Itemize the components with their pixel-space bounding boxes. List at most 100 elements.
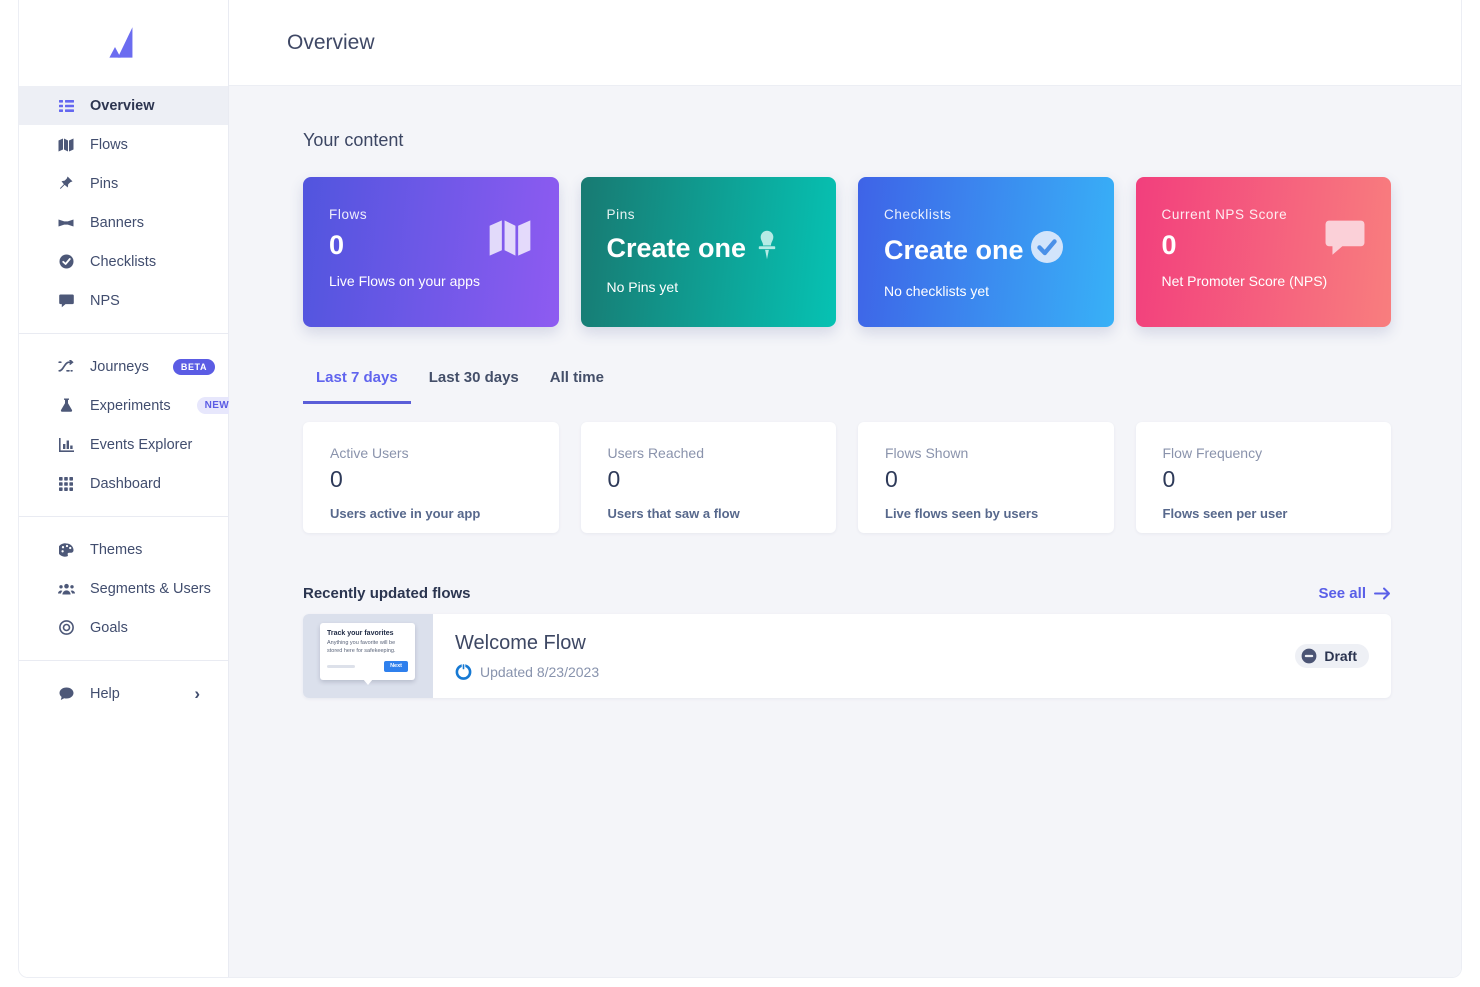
promo-card-subtitle: No checklists yet <box>884 283 990 299</box>
sidebar-divider <box>19 516 228 517</box>
check-circle-icon <box>1030 230 1064 271</box>
chevron-right-icon: › <box>194 684 200 703</box>
stat-label: Flows Shown <box>885 445 969 461</box>
thumbnail-skeleton-text <box>327 664 355 668</box>
stat-label: Active Users <box>330 445 409 461</box>
map-icon <box>57 137 75 153</box>
thumbnail-tooltip-footer: Next <box>327 660 408 672</box>
stat-card-flow-frequency: Flow Frequency 0 Flows seen per user <box>1135 422 1391 533</box>
map-icon <box>487 219 533 262</box>
thumbnail-next-button: Next <box>384 660 408 672</box>
tab-last-7-days[interactable]: Last 7 days <box>303 369 411 404</box>
sidebar: Overview Flows Pins Banners Checklists N… <box>19 0 238 977</box>
stat-value: 0 <box>607 466 621 492</box>
chat-square-icon <box>1325 219 1365 262</box>
app-window: Overview Flows Pins Banners Checklists N… <box>18 0 1462 978</box>
flow-thumbnail: Track your favorites Anything you favori… <box>303 614 433 698</box>
sidebar-nav-analytics: Journeys BETA Experiments NEW Events Exp… <box>19 347 238 503</box>
beta-badge: BETA <box>172 358 216 375</box>
draft-icon <box>1301 648 1317 664</box>
sidebar-item-label: Journeys <box>90 358 149 375</box>
flow-list-item[interactable]: Track your favorites Anything you favori… <box>303 614 1391 698</box>
flow-updated-row: Updated 8/23/2023 <box>455 663 1295 680</box>
route-icon <box>57 359 75 375</box>
promo-card-pins[interactable]: Pins Create one No Pins yet <box>580 177 836 327</box>
sidebar-item-dashboard[interactable]: Dashboard <box>19 464 228 503</box>
stat-subtitle: Flows seen per user <box>1162 506 1288 521</box>
flow-thumbnail-tooltip: Track your favorites Anything you favori… <box>320 623 415 680</box>
main-header: Overview <box>229 0 1461 86</box>
sidebar-divider <box>19 333 228 334</box>
page: Overview Flows Pins Banners Checklists N… <box>0 0 1480 987</box>
time-range-tabs: Last 7 days Last 30 days All time <box>303 369 1391 404</box>
palette-icon <box>57 542 75 558</box>
sidebar-item-label: Overview <box>90 97 155 114</box>
sidebar-item-label: NPS <box>90 292 120 309</box>
sidebar-item-label: Help <box>90 685 120 702</box>
chat-square-icon <box>57 293 75 309</box>
sidebar-item-label: Banners <box>90 214 145 231</box>
sidebar-item-segments-users[interactable]: Segments & Users <box>19 569 228 608</box>
see-all-link[interactable]: See all <box>1318 585 1391 602</box>
tab-last-30-days[interactable]: Last 30 days <box>416 369 532 404</box>
sidebar-item-checklists[interactable]: Checklists <box>19 242 228 281</box>
sidebar-item-overview[interactable]: Overview <box>19 86 228 125</box>
updated-status-icon <box>455 663 472 680</box>
chat-bubble-icon <box>57 686 75 702</box>
sidebar-item-events-explorer[interactable]: Events Explorer <box>19 425 228 464</box>
sidebar-item-experiments[interactable]: Experiments NEW <box>19 386 238 425</box>
grid-icon <box>57 476 75 492</box>
check-circle-icon <box>57 254 75 270</box>
sidebar-item-label: Dashboard <box>90 475 161 492</box>
target-icon <box>57 620 75 636</box>
sidebar-divider <box>19 660 228 661</box>
sidebar-item-label: Experiments <box>90 397 171 414</box>
appcues-logo-icon[interactable] <box>106 26 142 60</box>
promo-card-label: Pins <box>606 207 636 222</box>
stat-label: Users Reached <box>607 445 705 461</box>
sidebar-item-label: Checklists <box>90 253 157 270</box>
promo-card-nps[interactable]: Current NPS Score 0 Net Promoter Score (… <box>1135 177 1391 327</box>
sidebar-item-nps[interactable]: NPS <box>19 281 228 320</box>
users-icon <box>57 581 75 597</box>
flow-name: Welcome Flow <box>455 632 586 654</box>
sidebar-item-journeys[interactable]: Journeys BETA <box>19 347 228 386</box>
promo-card-subtitle: Live Flows on your apps <box>329 273 480 289</box>
section-title: Your content <box>303 130 404 150</box>
sidebar-item-label: Flows <box>90 136 128 153</box>
sidebar-item-themes[interactable]: Themes <box>19 530 228 569</box>
stat-card-row: Active Users 0 Users active in your app … <box>303 422 1391 533</box>
sidebar-item-banners[interactable]: Banners <box>19 203 228 242</box>
promo-card-row: Flows 0 Live Flows on your apps Pins Cre… <box>303 177 1391 327</box>
pushpin-icon <box>754 230 780 267</box>
stat-subtitle: Users that saw a flow <box>607 506 740 521</box>
sidebar-item-label: Goals <box>90 619 128 636</box>
stat-card-active-users: Active Users 0 Users active in your app <box>303 422 559 533</box>
sidebar-nav-config: Themes Segments & Users Goals <box>19 530 228 647</box>
sidebar-item-pins[interactable]: Pins <box>19 164 228 203</box>
promo-card-checklists[interactable]: Checklists Create one No checklists yet <box>858 177 1114 327</box>
stat-subtitle: Live flows seen by users <box>885 506 1039 521</box>
sidebar-item-label: Pins <box>90 175 119 192</box>
page-title: Overview <box>287 30 375 54</box>
promo-card-flows[interactable]: Flows 0 Live Flows on your apps <box>303 177 559 327</box>
promo-card-subtitle: No Pins yet <box>606 279 679 295</box>
thumbnail-tooltip-title: Track your favorites <box>327 630 394 637</box>
arrow-right-icon <box>1374 587 1390 600</box>
stat-value: 0 <box>330 466 343 492</box>
sidebar-item-goals[interactable]: Goals <box>19 608 228 647</box>
promo-card-label: Checklists <box>884 207 952 222</box>
recent-flows-title: Recently updated flows <box>303 585 471 602</box>
bar-chart-icon <box>57 437 75 453</box>
stat-label: Flow Frequency <box>1162 445 1263 461</box>
logo-area <box>19 0 228 86</box>
stat-value: 0 <box>1162 466 1176 492</box>
sidebar-item-help[interactable]: Help › <box>19 674 228 713</box>
pushpin-icon <box>57 176 75 192</box>
stat-subtitle: Users active in your app <box>330 506 481 521</box>
flask-icon <box>57 398 75 414</box>
sidebar-item-flows[interactable]: Flows <box>19 125 228 164</box>
tab-all-time[interactable]: All time <box>537 369 617 404</box>
sidebar-item-label: Events Explorer <box>90 436 193 453</box>
banner-icon <box>57 215 75 231</box>
